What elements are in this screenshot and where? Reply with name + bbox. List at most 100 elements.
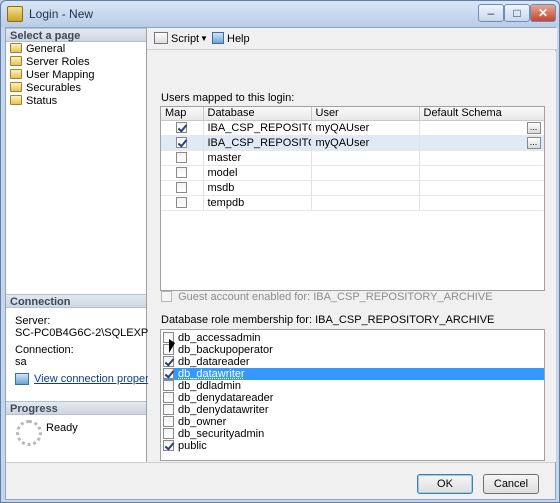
column-header-user[interactable]: User (311, 107, 420, 121)
role-item[interactable]: db_datareader (163, 356, 544, 368)
default-schema-cell[interactable] (419, 150, 544, 166)
table-row[interactable]: tempdb (161, 195, 544, 211)
role-membership-list[interactable]: db_accessadmin db_backupoperator db_datare… (160, 329, 545, 461)
ok-button[interactable]: OK (417, 474, 473, 494)
map-checkbox[interactable] (176, 136, 188, 148)
page-status[interactable]: Status (10, 95, 57, 108)
database-cell: model (203, 165, 312, 181)
default-schema-cell[interactable] (419, 180, 544, 196)
login-dialog-window: Login - New – □ ✕ Select a page General … (0, 0, 560, 503)
map-checkbox[interactable] (176, 151, 188, 163)
page-securables[interactable]: Securables (10, 82, 81, 95)
default-schema-cell[interactable]: ... (419, 135, 544, 151)
page-server-roles[interactable]: Server Roles (10, 56, 90, 69)
map-checkbox[interactable] (176, 121, 188, 133)
map-cell (161, 165, 204, 181)
guest-account-option: Guest account enabled for: IBA_CSP_REPOS… (161, 291, 493, 303)
column-header-database[interactable]: Database (203, 107, 312, 121)
users-mapped-grid[interactable]: Map Database User Default Schema IBA_CSP… (160, 106, 545, 291)
role-checkbox[interactable] (163, 440, 174, 451)
role-item[interactable]: db_securityadmin (163, 428, 544, 440)
role-item[interactable]: db_owner (163, 416, 544, 428)
script-dropdown-arrow[interactable]: ▼ (200, 32, 208, 46)
empty-cell (203, 255, 311, 270)
default-schema-cell[interactable] (419, 195, 544, 211)
map-cell (161, 120, 204, 136)
role-item[interactable]: db_ddladmin (163, 380, 544, 392)
database-cell: IBA_CSP_REPOSITORY (203, 120, 312, 136)
table-row[interactable]: IBA_CSP_REPOSITOR...myQAUser... (161, 135, 544, 151)
empty-cell (161, 225, 203, 240)
connection-header: Connection (6, 294, 146, 308)
role-checkbox[interactable] (163, 428, 174, 439)
user-cell[interactable] (311, 195, 420, 211)
minimize-button[interactable]: – (478, 4, 504, 22)
guest-account-checkbox (161, 291, 172, 302)
table-row[interactable]: msdb (161, 180, 544, 196)
server-label: Server: (15, 315, 51, 327)
map-checkbox[interactable] (176, 181, 188, 193)
role-checkbox[interactable] (163, 416, 174, 427)
role-checkbox[interactable] (163, 380, 174, 391)
empty-row (161, 225, 544, 240)
default-schema-cell[interactable] (419, 165, 544, 181)
role-membership-label: Database role membership for: IBA_CSP_RE… (161, 314, 495, 326)
role-item[interactable]: public (163, 440, 544, 452)
role-label: db_denydatawriter (178, 404, 269, 416)
browse-schema-button[interactable]: ... (526, 122, 541, 134)
cancel-button[interactable]: Cancel (483, 474, 539, 494)
empty-cell (203, 210, 311, 225)
role-checkbox[interactable] (163, 368, 174, 379)
toolbar: Script ▼ Help (147, 28, 557, 50)
user-cell[interactable]: myQAUser (311, 120, 420, 136)
user-cell[interactable] (311, 180, 420, 196)
role-label: db_accessadmin (178, 332, 261, 344)
page-icon (10, 95, 22, 105)
role-checkbox[interactable] (163, 356, 174, 367)
table-row[interactable]: model (161, 165, 544, 181)
role-label: db_datawriter (178, 368, 245, 380)
empty-row (161, 255, 544, 270)
page-general[interactable]: General (10, 43, 65, 56)
user-cell[interactable] (311, 165, 420, 181)
close-button[interactable]: ✕ (530, 4, 556, 22)
role-item[interactable]: db_datawriter (163, 368, 544, 380)
browse-schema-button[interactable]: ... (526, 137, 541, 149)
maximize-button[interactable]: □ (504, 4, 530, 22)
app-icon (7, 6, 23, 22)
empty-cell (203, 240, 311, 255)
role-label: db_owner (178, 416, 227, 428)
progress-header: Progress (6, 401, 146, 415)
empty-cell (203, 225, 311, 240)
role-item[interactable]: db_denydatareader (163, 392, 544, 404)
map-cell (161, 195, 204, 211)
user-cell[interactable] (311, 150, 420, 166)
map-checkbox[interactable] (176, 196, 188, 208)
empty-cell (161, 210, 203, 225)
view-connection-properties-link[interactable]: View connection properties (34, 373, 166, 385)
role-item[interactable]: db_denydatawriter (163, 404, 544, 416)
connection-properties-icon (15, 373, 29, 385)
role-checkbox[interactable] (163, 404, 174, 415)
column-header-default-schema[interactable]: Default Schema (419, 107, 544, 121)
role-item[interactable]: db_backupoperator (163, 344, 544, 356)
default-schema-cell[interactable]: ... (419, 120, 544, 136)
progress-spinner-icon (16, 420, 42, 446)
table-row[interactable]: IBA_CSP_REPOSITORYmyQAUser... (161, 120, 544, 136)
title-bar[interactable]: Login - New – □ ✕ (1, 1, 559, 27)
table-row[interactable]: master (161, 150, 544, 166)
empty-row (161, 210, 544, 225)
connection-label: Connection: (15, 344, 74, 356)
help-button[interactable]: Help (212, 32, 250, 46)
role-label: db_datareader (178, 356, 250, 368)
script-button[interactable]: Script (154, 32, 199, 46)
map-checkbox[interactable] (176, 166, 188, 178)
column-header-map[interactable]: Map (161, 107, 204, 121)
role-checkbox[interactable] (163, 392, 174, 403)
role-label: db_backupoperator (178, 344, 273, 356)
database-cell: master (203, 150, 312, 166)
user-cell[interactable]: myQAUser (311, 135, 420, 151)
database-cell: msdb (203, 180, 312, 196)
page-user-mapping[interactable]: User Mapping (10, 69, 94, 82)
role-item[interactable]: db_accessadmin (163, 332, 544, 344)
